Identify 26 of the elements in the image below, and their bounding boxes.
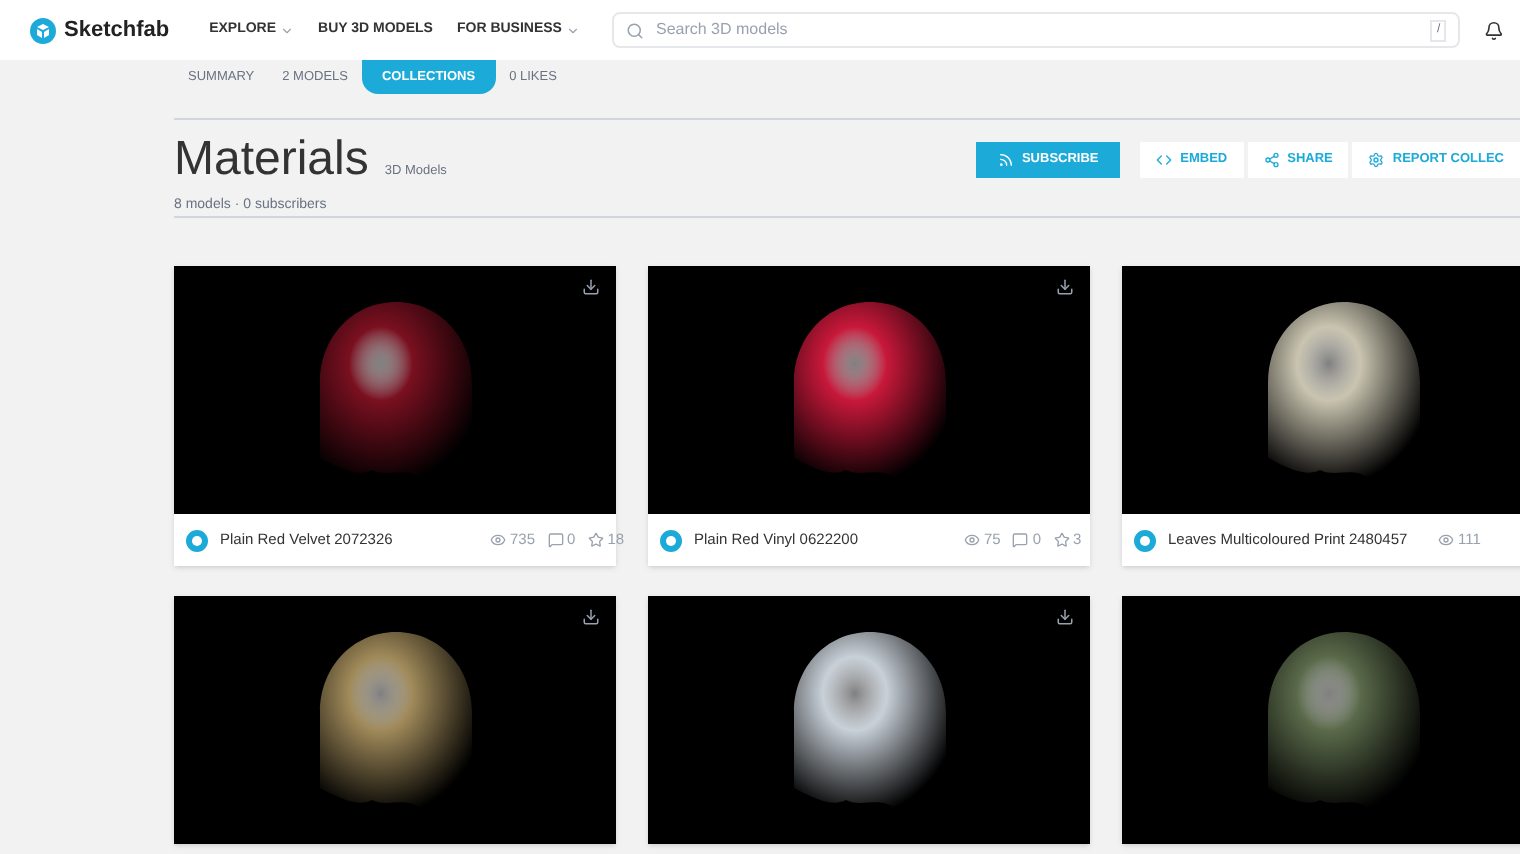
collection-title: Materials <box>174 132 369 188</box>
brand-name[interactable]: Sketchfab <box>64 13 170 47</box>
caret-icon <box>280 23 295 37</box>
views-icon <box>1438 532 1454 548</box>
avatar[interactable] <box>186 529 208 551</box>
avatar[interactable] <box>1134 529 1156 551</box>
comments-icon <box>1012 532 1029 548</box>
share-icon <box>1263 152 1280 168</box>
logo-icon <box>30 17 56 43</box>
notification-icon[interactable] <box>1484 19 1504 41</box>
download-icon[interactable] <box>582 608 600 626</box>
likes-icon <box>1053 532 1070 548</box>
likes-icon <box>587 532 604 548</box>
search-icon <box>625 21 644 39</box>
caret-icon <box>565 23 580 37</box>
embed-icon <box>1156 152 1173 168</box>
views-icon <box>490 532 506 548</box>
download-icon[interactable] <box>1056 608 1074 626</box>
download-icon[interactable] <box>1056 278 1074 296</box>
search-input[interactable]: Search 3D models <box>655 18 1419 42</box>
views-icon <box>964 532 980 548</box>
download-icon[interactable] <box>582 278 600 296</box>
comments-icon <box>547 532 564 548</box>
avatar[interactable] <box>660 529 682 551</box>
report-icon <box>1368 152 1385 168</box>
subscribe-icon <box>997 152 1014 168</box>
